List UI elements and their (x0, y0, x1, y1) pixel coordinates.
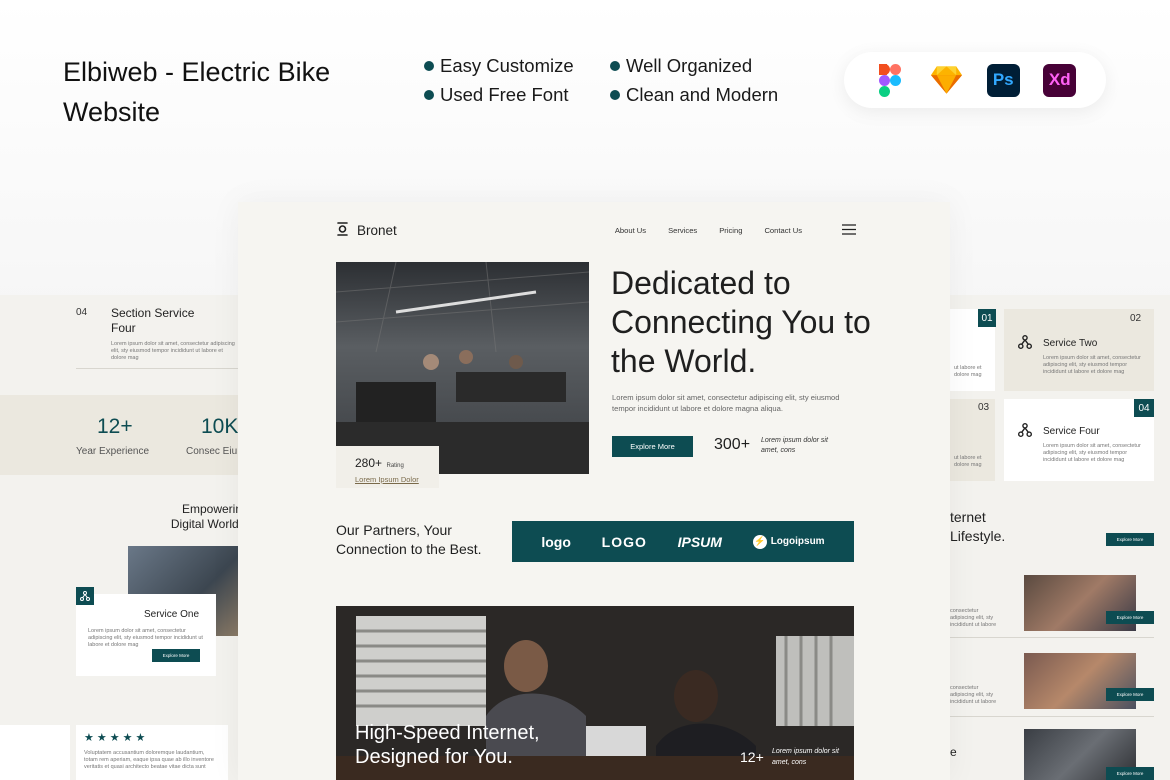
hero-title: Dedicated to Connecting You to the World… (611, 265, 871, 379)
network-icon (1018, 423, 1032, 442)
star-rating: ★★★★★ (84, 732, 149, 744)
review-text: Voluptatem accusantium doloremque laudan… (84, 750, 214, 770)
service-title: Service Two (1043, 338, 1098, 349)
nav-links: About Us Services Pricing Contact Us (615, 223, 856, 237)
explore-button[interactable]: Explore More (1106, 533, 1154, 546)
rating-link[interactable]: Lorem Ipsum Dolor (355, 475, 439, 484)
explore-button[interactable]: Explore More (1106, 611, 1154, 624)
brand-logo-icon (336, 221, 349, 240)
service-text: Lorem ipsum dolor sit amet, consectetur … (1043, 355, 1141, 375)
stat-label: Year Experience (76, 446, 150, 457)
section-heading: ternet Lifestyle. (950, 509, 1006, 544)
nav-contact[interactable]: Contact Us (764, 226, 802, 235)
bullet-icon (424, 90, 434, 100)
service-title: Service One (144, 609, 200, 620)
explore-more-button[interactable]: Explore More (612, 436, 693, 457)
banner-title: High-Speed Internet, Designed for You. (355, 722, 540, 768)
partners-title: Our Partners, Your Connection to the Bes… (336, 522, 482, 557)
stat-value: 300+ (714, 436, 751, 453)
rating-label: Rating (386, 463, 404, 469)
menu-icon[interactable] (842, 223, 856, 237)
service-text: Lorem ipsum dolor sit amet, consectetur … (1043, 443, 1141, 463)
bullet-icon (424, 61, 434, 71)
site-navbar: Bronet About Us Services Pricing Contact… (336, 220, 856, 240)
explore-button[interactable]: Explore More (1106, 767, 1154, 780)
service-number: 01 (978, 309, 996, 327)
rating-value: 280+ (355, 456, 383, 470)
section-number: 04 (76, 307, 88, 318)
hero-office-photo (336, 262, 589, 474)
service-text: Lorem ipsum dolor sit amet, consectetur … (88, 628, 203, 648)
network-icon (1018, 335, 1032, 354)
service-number: 02 (1130, 313, 1142, 324)
network-icon (76, 587, 94, 605)
nav-about[interactable]: About Us (615, 226, 646, 235)
hero-text: Lorem ipsum dolor sit amet, consectetur … (612, 393, 840, 413)
service-title: Service Four (1043, 426, 1100, 437)
nav-pricing[interactable]: Pricing (719, 226, 742, 235)
feature-item: Used Free Font (424, 84, 569, 106)
divider (950, 637, 1154, 638)
partner-logos: logo LOGO IPSUM ⚡ Logoipsum (512, 521, 854, 562)
divider (950, 716, 1154, 717)
stat-text: Lorem ipsum dolor sit amet, cons (761, 437, 828, 454)
explore-button[interactable]: Explore More (152, 649, 200, 662)
website-mockup: Bronet About Us Services Pricing Contact… (238, 202, 950, 780)
service-card: Service One Lorem ipsum dolor sit amet, … (76, 594, 216, 676)
section-heading: Empowerin Digital World, (170, 502, 238, 531)
banner-stat: 12+ (740, 749, 764, 765)
figma-icon (874, 63, 907, 97)
service-card: ut labore et dolore mag 03 (950, 399, 995, 481)
service-number: 04 (1134, 399, 1154, 417)
banner-stat-text: Lorem ipsum dolor sit amet, cons (772, 748, 839, 766)
partner-logo: IPSUM (677, 533, 722, 550)
photoshop-icon: Ps (986, 63, 1020, 97)
banner-photo: High-Speed Internet, Designed for You. 1… (336, 606, 854, 780)
feature-item: Clean and Modern (610, 84, 778, 106)
bolt-icon: ⚡ (752, 534, 767, 549)
explore-button[interactable]: Explore More (1106, 688, 1154, 701)
left-preview-panel: 04 Section Service Four Lorem ipsum dolo… (0, 295, 238, 780)
review-card (0, 725, 70, 780)
section-text: Lorem ipsum dolor sit amet, consectetur … (111, 341, 235, 361)
brand[interactable]: Bronet (336, 221, 397, 240)
stat-value: 12+ (97, 415, 133, 438)
feature-item: Well Organized (610, 55, 752, 77)
review-card: ★★★★★ Voluptatem accusantium doloremque … (76, 725, 228, 780)
partner-logo: logo (541, 533, 571, 550)
service-card: Service Four Lorem ipsum dolor sit amet,… (1004, 399, 1154, 481)
xd-icon: Xd (1043, 63, 1077, 97)
partner-logo: ⚡ Logoipsum (752, 534, 825, 549)
bullet-icon (610, 90, 620, 100)
feature-item: Easy Customize (424, 55, 574, 77)
service-card: Service Two Lorem ipsum dolor sit amet, … (1004, 309, 1154, 391)
partner-logo: LOGO (601, 533, 647, 550)
section-title: Section Service Four (111, 306, 195, 335)
stat-value: 10K (201, 415, 238, 438)
sketch-icon (930, 64, 963, 97)
divider (76, 368, 238, 369)
service-number: 03 (978, 402, 990, 413)
tools-pill: Ps Xd (844, 52, 1106, 108)
right-preview-panel: ut labore et dolore mag 01 Service Two L… (950, 295, 1170, 780)
stat-label: Consec Eiu (186, 446, 238, 457)
bullet-icon (610, 61, 620, 71)
rating-badge: 280+ Rating Lorem Ipsum Dolor (336, 446, 439, 488)
brand-name: Bronet (357, 222, 397, 238)
nav-services[interactable]: Services (668, 226, 697, 235)
page-title: Elbiweb - Electric Bike Website (63, 57, 331, 127)
